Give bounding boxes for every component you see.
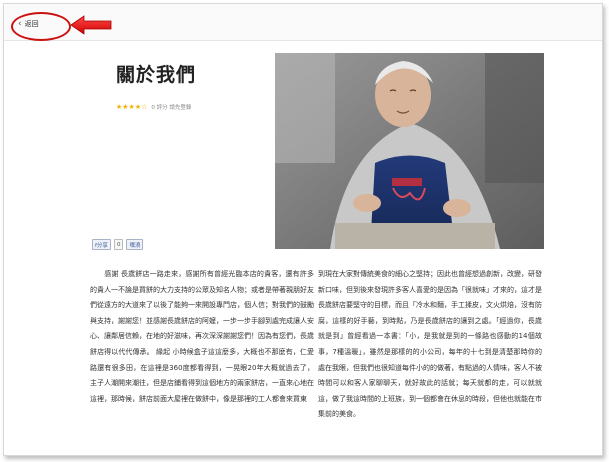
rating-text: 0 評分 請先登錄 [151,105,192,111]
page-title: 關於我們 [116,64,197,86]
share-bar: f分享 0 噗浪 [92,239,144,250]
article-photo [275,53,544,249]
rating-widget[interactable]: ★★★★☆ 0 評分 請先登錄 [116,103,191,111]
app-window: ‹ 返回 關於我們 ★★★★☆ 0 評分 請先登錄 f分享 0 噗浪 感謝 長歲… [3,3,603,456]
share-count-badge: 0 [113,239,124,250]
plurk-share-button[interactable]: 噗浪 [126,239,144,250]
article-text-right-column: 到現在大家對傳統美食的細心之堅持；因此也曾經想過創新，改變，研發新口味，但到後來… [318,270,542,419]
article-text-left-column: 感謝 長歲餅店一路走來，感謝所有曾經光臨本店的貴客，還有許多的貴人一不論是買餅的… [90,270,314,403]
red-arrow-annotation-icon [70,15,112,35]
star-rating-icon[interactable]: ★★★★☆ [116,103,147,111]
elderly-woman-photo-image [275,53,544,249]
facebook-share-button[interactable]: f分享 [92,239,111,250]
highlight-circle-annotation [11,12,71,41]
